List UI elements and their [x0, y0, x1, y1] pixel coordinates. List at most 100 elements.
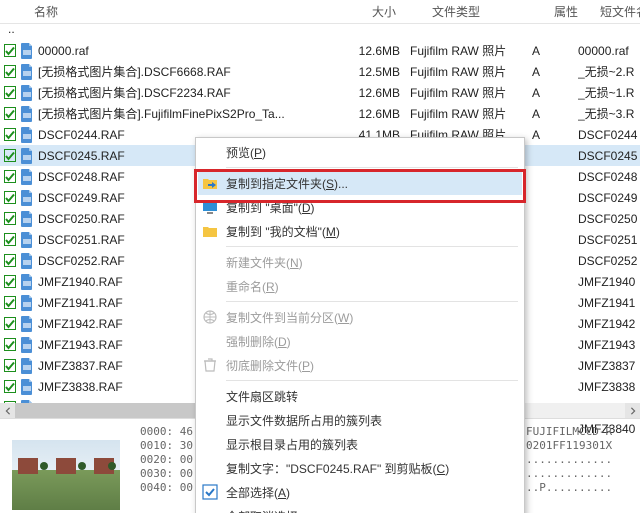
menu-item[interactable]: 全部选择(A)	[198, 480, 522, 504]
checkbox[interactable]	[4, 44, 16, 57]
menu-item[interactable]: 显示根目录占用的簇列表	[198, 432, 522, 456]
file-icon	[20, 190, 34, 206]
menu-item-label: 复制到 "桌面"(D)	[226, 199, 315, 216]
menu-item[interactable]: 复制到 "桌面"(D)	[198, 195, 522, 219]
menu-item-label: 文件扇区跳转	[226, 388, 298, 405]
blank-icon	[200, 458, 220, 478]
blank-icon	[200, 142, 220, 162]
file-icon	[20, 274, 34, 290]
checkbox[interactable]	[4, 359, 16, 372]
file-icon	[20, 148, 34, 164]
checkbox[interactable]	[4, 86, 16, 99]
checkbox[interactable]	[4, 65, 16, 78]
desktop-icon	[200, 197, 220, 217]
checkbox[interactable]	[4, 317, 16, 330]
cell-short: DSCF0252	[578, 254, 640, 268]
cell-short: JMFZ3838	[578, 380, 640, 394]
menu-item-label: 新建文件夹(N)	[226, 254, 303, 271]
checkbox[interactable]	[4, 191, 16, 204]
checkbox[interactable]	[4, 233, 16, 246]
cell-name: [无损格式图片集合].DSCF2234.RAF	[38, 84, 350, 101]
folder-move-icon	[200, 173, 220, 193]
menu-item-label: 预览(P)	[226, 144, 266, 161]
header-attr[interactable]: 属性	[554, 3, 600, 20]
menu-separator	[226, 167, 518, 168]
menu-item[interactable]: 复制到指定文件夹(S)...	[198, 171, 522, 195]
scroll-left-button[interactable]	[0, 403, 15, 418]
file-icon	[20, 211, 34, 227]
globe-icon	[200, 307, 220, 327]
cell-name: 00000.raf	[38, 44, 350, 58]
menu-item-label: 强制删除(D)	[226, 333, 291, 350]
cell-short: DSCF0249	[578, 191, 640, 205]
checkbox[interactable]	[4, 275, 16, 288]
menu-item-label: 显示文件数据所占用的簇列表	[226, 412, 382, 429]
table-row[interactable]: [无损格式图片集合].DSCF6668.RAF12.5MBFujifilm RA…	[0, 61, 640, 82]
column-headers: 名称 大小 文件类型 属性 短文件名	[0, 0, 640, 24]
checkbox[interactable]	[4, 338, 16, 351]
blank-icon	[200, 276, 220, 296]
checkbox[interactable]	[4, 149, 16, 162]
file-icon	[20, 106, 34, 122]
menu-item: 强制删除(D)	[198, 329, 522, 353]
checkbox[interactable]	[4, 107, 16, 120]
menu-item[interactable]: 预览(P)	[198, 140, 522, 164]
cell-size: 12.6MB	[350, 44, 410, 58]
cell-short: _无损~3.R	[578, 105, 640, 122]
checkbox[interactable]	[4, 128, 16, 141]
header-type[interactable]: 文件类型	[432, 3, 554, 20]
file-icon	[20, 232, 34, 248]
file-icon	[20, 253, 34, 269]
cell-attr: A	[532, 86, 578, 100]
cell-short: DSCF0251	[578, 233, 640, 247]
cell-short: JMFZ1941	[578, 296, 640, 310]
cell-attr: A	[532, 107, 578, 121]
menu-separator	[226, 301, 518, 302]
blank-icon	[200, 434, 220, 454]
menu-item[interactable]: 显示文件数据所占用的簇列表	[198, 408, 522, 432]
cell-short: DSCF0248	[578, 170, 640, 184]
table-row[interactable]: [无损格式图片集合].DSCF2234.RAF12.6MBFujifilm RA…	[0, 82, 640, 103]
menu-item[interactable]: 复制到 "我的文档"(M)	[198, 219, 522, 243]
table-row[interactable]: [无损格式图片集合].FujifilmFinePixS2Pro_Ta...12.…	[0, 103, 640, 124]
scroll-right-button[interactable]	[625, 403, 640, 418]
menu-item[interactable]: 复制文字："DSCF0245.RAF" 到剪贴板(C)	[198, 456, 522, 480]
file-icon	[20, 127, 34, 143]
header-short[interactable]: 短文件名	[600, 3, 640, 20]
menu-item-label: 复制文字："DSCF0245.RAF" 到剪贴板(C)	[226, 460, 449, 477]
menu-item: 复制文件到当前分区(W)	[198, 305, 522, 329]
menu-item[interactable]: 文件扇区跳转	[198, 384, 522, 408]
menu-item: 彻底删除文件(P)	[198, 353, 522, 377]
checkbox[interactable]	[4, 296, 16, 309]
checkbox[interactable]	[4, 380, 16, 393]
menu-separator	[226, 380, 518, 381]
menu-item-label: 复制到 "我的文档"(M)	[226, 223, 340, 240]
table-row[interactable]: 00000.raf12.6MBFujifilm RAW 照片A00000.raf	[0, 40, 640, 61]
hex-ascii: FUJIFILMCCD-R 0201FF119301X ............…	[517, 419, 640, 513]
checkbox[interactable]	[4, 212, 16, 225]
folder-icon	[200, 221, 220, 241]
cell-size: 12.6MB	[350, 107, 410, 121]
file-icon	[20, 358, 34, 374]
menu-item-label: 重命名(R)	[226, 278, 279, 295]
checkbox[interactable]	[4, 254, 16, 267]
file-icon	[20, 64, 34, 80]
file-icon	[20, 85, 34, 101]
cell-short: _无损~1.R	[578, 84, 640, 101]
header-name[interactable]: 名称	[4, 3, 372, 20]
cell-short: DSCF0250	[578, 212, 640, 226]
menu-item-label: 全部取消选择	[226, 508, 298, 513]
menu-item[interactable]: 全部取消选择	[198, 504, 522, 513]
up-directory[interactable]: ..	[8, 22, 15, 36]
cell-short: JMFZ3837	[578, 359, 640, 373]
menu-item-label: 彻底删除文件(P)	[226, 357, 314, 374]
blank-icon	[200, 252, 220, 272]
cell-name: [无损格式图片集合].FujifilmFinePixS2Pro_Ta...	[38, 105, 350, 122]
cell-short: JMFZ1942	[578, 317, 640, 331]
checkbox[interactable]	[4, 170, 16, 183]
header-size[interactable]: 大小	[372, 3, 432, 20]
cell-size: 12.6MB	[350, 86, 410, 100]
cell-type: Fujifilm RAW 照片	[410, 42, 532, 59]
blank-icon	[200, 410, 220, 430]
file-icon	[20, 295, 34, 311]
